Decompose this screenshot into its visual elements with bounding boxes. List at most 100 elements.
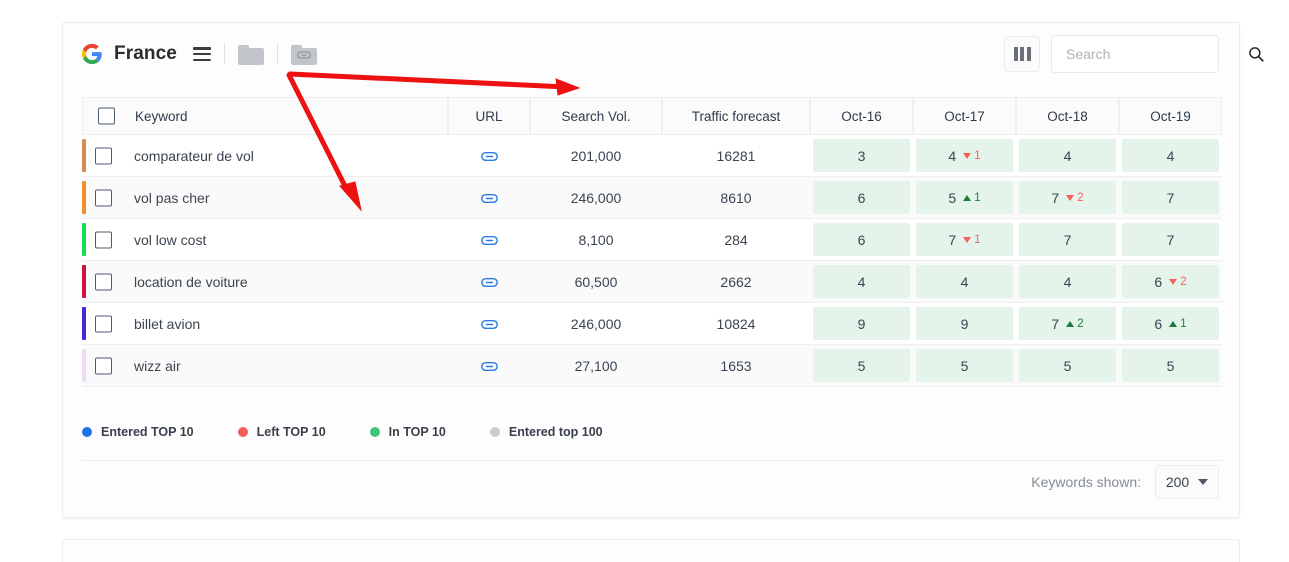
cell-rank-oct-17: 71 [913, 219, 1016, 261]
cell-url[interactable] [448, 303, 530, 345]
rank-pill: 61 [1122, 307, 1219, 340]
link-icon[interactable] [480, 193, 498, 204]
rank-delta-value: 2 [1077, 317, 1084, 330]
row-checkbox[interactable] [95, 273, 112, 290]
rank-value: 7 [1051, 189, 1060, 206]
cell-traffic-forecast: 10824 [662, 303, 810, 345]
search-icon[interactable] [1247, 45, 1265, 63]
legend-item: In TOP 10 [369, 424, 446, 439]
rank-value: 7 [1051, 315, 1060, 332]
cell-search-volume: 246,000 [530, 303, 662, 345]
column-header-traffic-forecast[interactable]: Traffic forecast [662, 97, 810, 135]
cell-rank-oct-19: 4 [1119, 135, 1222, 177]
link-icon[interactable] [480, 277, 498, 288]
cell-search-volume: 8,100 [530, 219, 662, 261]
column-header-url[interactable]: URL [448, 97, 530, 135]
rank-value: 4 [857, 273, 866, 290]
cell-rank-oct-17: 51 [913, 177, 1016, 219]
keywords-shown-value: 200 [1165, 474, 1190, 490]
cell-rank-oct-16: 9 [810, 303, 913, 345]
divider [223, 43, 225, 65]
legend-label: Entered top 100 [508, 424, 603, 439]
rank-value: 3 [857, 147, 866, 164]
cell-rank-oct-19: 7 [1119, 177, 1222, 219]
rank-value: 9 [857, 315, 866, 332]
rank-delta-value: 1 [974, 191, 981, 204]
keyword-label: billet avion [134, 315, 201, 332]
cell-rank-oct-17: 9 [913, 303, 1016, 345]
folder-icon[interactable] [237, 44, 264, 65]
link-icon[interactable] [480, 361, 498, 372]
rank-value: 7 [948, 231, 957, 248]
column-header-search-vol[interactable]: Search Vol. [530, 97, 662, 135]
legend-label: In TOP 10 [388, 424, 446, 439]
cell-url[interactable] [448, 135, 530, 177]
table-row[interactable]: wizz air 27,100 1653 5 5 5 5 [82, 345, 1222, 387]
rank-delta-value: 1 [974, 233, 981, 246]
link-icon[interactable] [480, 151, 498, 162]
legend-item: Left TOP 10 [237, 425, 326, 439]
legend-item: Entered top 100 [489, 424, 603, 439]
row-status-marker [82, 181, 86, 214]
table-footer: Keywords shown: 200 [1031, 465, 1219, 499]
row-checkbox[interactable] [95, 147, 112, 164]
keywords-shown-select[interactable]: 200 [1155, 465, 1219, 499]
column-header-oct-18[interactable]: Oct-18 [1016, 97, 1119, 135]
cell-rank-oct-19: 7 [1119, 219, 1222, 261]
cell-keyword: wizz air [82, 345, 448, 387]
table-row[interactable]: comparateur de vol 201,000 16281 3 4 1 4 4 [82, 135, 1222, 177]
rank-value: 5 [1166, 357, 1175, 374]
cell-keyword: location de voiture [82, 261, 448, 303]
chevron-down-icon [1198, 479, 1209, 485]
table-row[interactable]: vol pas cher 246,000 8610 6 5 1 7 2 7 [82, 177, 1222, 219]
column-header-oct-16[interactable]: Oct-16 [810, 97, 913, 135]
row-checkbox[interactable] [95, 315, 112, 332]
row-checkbox[interactable] [95, 231, 112, 248]
columns-icon[interactable] [1004, 36, 1040, 72]
list-icon[interactable] [192, 47, 211, 61]
rank-pill: 9 [916, 307, 1013, 340]
cell-url[interactable] [448, 345, 530, 387]
link-icon[interactable] [480, 319, 498, 330]
cell-url[interactable] [448, 261, 530, 303]
rank-delta-value: 2 [1180, 275, 1187, 288]
cell-rank-oct-19: 61 [1119, 303, 1222, 345]
cell-url[interactable] [448, 219, 530, 261]
cell-traffic-forecast: 16281 [662, 135, 810, 177]
rank-pill: 72 [1019, 307, 1116, 340]
link-icon[interactable] [480, 235, 498, 246]
cell-traffic-forecast: 2662 [662, 261, 810, 303]
rank-pill: 6 [813, 181, 910, 214]
cell-rank-oct-19: 62 [1119, 261, 1222, 303]
cell-traffic-forecast: 1653 [662, 345, 810, 387]
rank-delta-value: 2 [1077, 191, 1084, 204]
rank-value: 4 [960, 273, 969, 290]
cell-rank-oct-17: 41 [913, 135, 1016, 177]
legend-label: Entered TOP 10 [101, 424, 194, 439]
rank-value: 5 [948, 189, 957, 206]
search-box[interactable] [1051, 35, 1264, 73]
rank-delta-value: 1 [1180, 317, 1187, 330]
row-checkbox[interactable] [95, 189, 112, 206]
rank-value: 5 [1063, 357, 1072, 374]
rank-pill: 51 [916, 181, 1013, 214]
table-row[interactable]: vol low cost 8,100 284 6 7 1 7 7 [82, 219, 1222, 261]
table-body: comparateur de vol 201,000 16281 3 4 1 4 4 vol p… [82, 135, 1222, 387]
rank-pill: 5 [1019, 349, 1116, 382]
legend-dot [369, 426, 380, 437]
column-header-oct-19[interactable]: Oct-19 [1119, 97, 1222, 135]
search-input[interactable] [1066, 46, 1247, 62]
select-all-checkbox[interactable] [98, 107, 115, 125]
column-header-oct-17[interactable]: Oct-17 [913, 97, 1016, 135]
legend-item: Entered TOP 10 [82, 425, 194, 439]
folder-link-icon[interactable] [290, 44, 317, 65]
table-row[interactable]: location de voiture 60,500 2662 4 4 4 6 2 [82, 261, 1222, 303]
row-status-marker [82, 349, 86, 382]
card-header-left: France [81, 43, 317, 65]
table-row[interactable]: billet avion 246,000 10824 9 9 7 2 6 1 [82, 303, 1222, 345]
cell-url[interactable] [448, 177, 530, 219]
rank-pill: 62 [1122, 265, 1219, 298]
rank-value: 6 [1154, 273, 1163, 290]
row-checkbox[interactable] [95, 357, 112, 374]
column-header-keyword[interactable]: Keyword [82, 97, 448, 135]
